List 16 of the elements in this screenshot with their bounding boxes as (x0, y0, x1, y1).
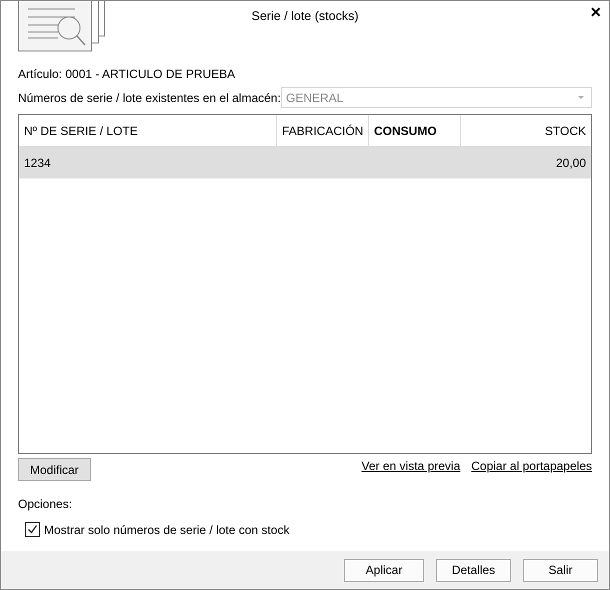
modify-button[interactable]: Modificar (18, 458, 91, 481)
warehouse-label: Números de serie / lote existentes en el almacén: (18, 90, 281, 104)
dialog-button[interactable]: Salir (523, 558, 598, 582)
checkbox-label[interactable]: Mostrar solo números de serie / lote con stock (44, 522, 290, 536)
article-label: Artículo: 0001 - ARTICULO DE PRUEBA (18, 67, 236, 81)
dialog-button[interactable]: Aplicar (344, 558, 424, 582)
window-title: Serie / lote (stocks) (252, 9, 358, 23)
close-button[interactable]: × (590, 3, 601, 21)
table-cell: 20,00 (556, 156, 586, 170)
dialog-button[interactable]: Detalles (436, 558, 511, 582)
table-cell: 1234 (24, 156, 51, 170)
link[interactable]: Ver en vista previa (362, 459, 460, 473)
table-row[interactable]: 1234 20,00 (19, 147, 591, 179)
link[interactable]: Copiar al portapapeles (471, 459, 592, 473)
options-label: Opciones: (18, 497, 74, 511)
checkbox[interactable] (25, 522, 40, 537)
